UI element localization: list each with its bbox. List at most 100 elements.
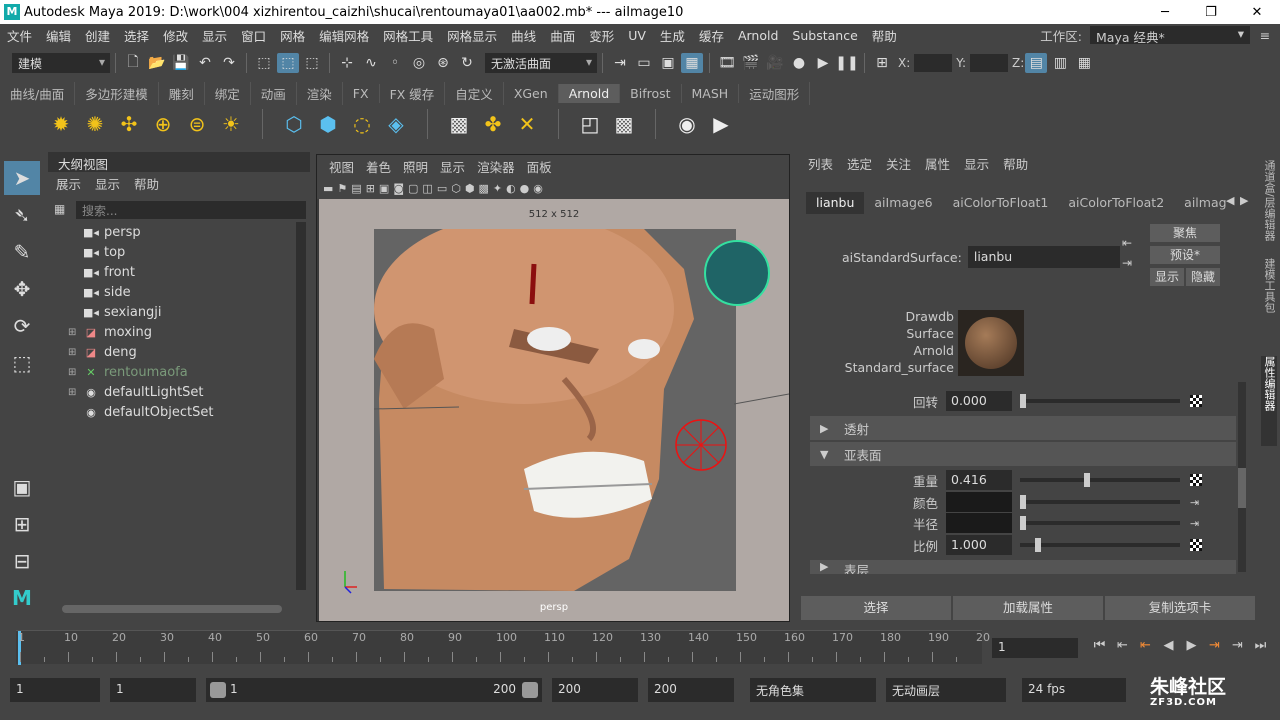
standin-icon[interactable]: ⬡ xyxy=(279,109,309,139)
outliner-item[interactable]: ⊞ ✕ rentoumaofa xyxy=(68,362,304,382)
node-name-field[interactable]: lianbu xyxy=(967,246,1120,268)
resolution-gate-icon[interactable]: ◙ xyxy=(393,182,404,195)
radius-slider[interactable] xyxy=(1020,516,1180,530)
shelf-tab[interactable]: XGen xyxy=(504,83,559,103)
x-field[interactable] xyxy=(914,54,953,72)
expand-icon[interactable]: ⊞ xyxy=(68,387,82,398)
xform-icon[interactable]: ⊞ xyxy=(871,53,893,73)
shelf-tab[interactable]: 动画 xyxy=(251,81,297,105)
go-end-icon[interactable]: ⏭ xyxy=(1249,638,1272,653)
side-tab[interactable]: 属性编辑器 xyxy=(1261,356,1277,446)
undo-icon[interactable]: ↶ xyxy=(194,53,216,73)
anim-end-field[interactable]: 200 xyxy=(648,678,734,702)
weight-slider[interactable] xyxy=(1020,473,1180,487)
outliner-scrollbar[interactable] xyxy=(296,222,306,590)
shelf-tab[interactable]: MASH xyxy=(682,83,740,103)
focus-button[interactable]: 聚焦 xyxy=(1150,224,1220,242)
render-current-icon[interactable]: 🎬 xyxy=(740,53,762,73)
viewport-menu-item[interactable]: 渲染器 xyxy=(477,157,515,176)
y-field[interactable] xyxy=(970,54,1009,72)
color-swatch[interactable] xyxy=(946,492,1012,512)
smooth-shade-icon[interactable]: ⬢ xyxy=(465,182,475,195)
outliner-item[interactable]: ◉ defaultObjectSet xyxy=(68,402,304,422)
scale-map-icon[interactable] xyxy=(1190,539,1202,551)
scale-field[interactable]: 1.000 xyxy=(946,535,1012,555)
camera-attr-icon[interactable]: ▬ xyxy=(323,182,333,195)
menu-set-dropdown[interactable]: 建模 xyxy=(12,53,110,73)
film-gate-icon[interactable]: ▣ xyxy=(379,182,389,195)
menu-item[interactable]: 网格 xyxy=(273,26,312,45)
photometric-light-icon[interactable]: ⊕ xyxy=(148,109,178,139)
shelf-tab[interactable]: FX 缓存 xyxy=(380,81,446,105)
arnold-render-icon[interactable]: ▶ xyxy=(812,53,834,73)
snap-rotate-icon[interactable]: ↻ xyxy=(456,53,478,73)
menu-item[interactable]: 窗口 xyxy=(234,26,273,45)
outliner-hscrollbar[interactable] xyxy=(52,602,292,616)
viewport-menu-item[interactable]: 照明 xyxy=(403,157,428,176)
shelf-tab[interactable]: 雕刻 xyxy=(159,81,205,105)
menu-item[interactable]: 编辑 xyxy=(39,26,78,45)
radius-swatch[interactable] xyxy=(946,513,1012,533)
grid-toggle-icon[interactable]: ⊞ xyxy=(366,182,375,195)
attr-menu-item[interactable]: 关注 xyxy=(886,154,911,173)
snap-view-icon[interactable]: ◎ xyxy=(408,53,430,73)
menu-item[interactable]: 网格显示 xyxy=(440,26,504,45)
physical-sky-icon[interactable]: ☀ xyxy=(216,109,246,139)
menu-item[interactable]: 变形 xyxy=(582,26,621,45)
shelf-tab[interactable]: 绑定 xyxy=(205,81,251,105)
attr-menu-item[interactable]: 帮助 xyxy=(1003,154,1028,173)
viewport-menu-item[interactable]: 视图 xyxy=(329,157,354,176)
outliner-menu-item[interactable]: 帮助 xyxy=(134,174,159,193)
select-tool-icon[interactable]: ➤ xyxy=(4,161,40,195)
attr-scrollbar[interactable] xyxy=(1238,382,1246,572)
coat-section[interactable]: ▶ 表层 xyxy=(810,560,1236,574)
render-settings-icon[interactable]: ▦ xyxy=(681,53,703,73)
isolate-icon[interactable]: ◉ xyxy=(533,182,543,195)
menu-item[interactable]: 网格工具 xyxy=(376,26,440,45)
playback-start-field[interactable]: 1 xyxy=(110,678,196,702)
menu-item[interactable]: 曲线 xyxy=(504,26,543,45)
wireframe-icon[interactable]: ⬡ xyxy=(451,182,461,195)
attr-tab[interactable]: aiColorToFloat2 xyxy=(1058,192,1174,214)
expand-icon[interactable]: ⊞ xyxy=(68,327,82,338)
four-layout-icon[interactable]: ⊞ xyxy=(4,507,40,541)
rotation-map-icon[interactable] xyxy=(1190,395,1202,407)
create-shader-icon[interactable]: ◰ xyxy=(575,109,605,139)
redo-icon[interactable]: ↷ xyxy=(218,53,240,73)
tx-remove-icon[interactable]: ✕ xyxy=(512,109,542,139)
ws-menu-icon[interactable]: ≡ xyxy=(1250,28,1280,43)
shelf-tab[interactable]: 曲线/曲面 xyxy=(0,81,76,105)
attr-menu-item[interactable]: 属性 xyxy=(925,154,950,173)
show-button[interactable]: 显示 xyxy=(1150,268,1184,286)
shadows-icon[interactable]: ◐ xyxy=(506,182,516,195)
slider-knob[interactable] xyxy=(1035,538,1042,552)
expand-icon[interactable]: ⊞ xyxy=(68,347,82,358)
rotate-tool-icon[interactable]: ⟳ xyxy=(4,309,40,343)
select-component-icon[interactable]: ⬚ xyxy=(301,53,323,73)
viewport-menu-item[interactable]: 面板 xyxy=(527,157,552,176)
attr-tab[interactable]: aiColorToFloat1 xyxy=(943,192,1059,214)
flat-checker-icon[interactable]: ▩ xyxy=(444,109,474,139)
attr-tab[interactable]: lianbu xyxy=(806,192,865,214)
ao-icon[interactable]: ● xyxy=(520,182,530,195)
expand-icon[interactable]: ⊞ xyxy=(68,367,82,378)
shelf-tab[interactable]: 渲染 xyxy=(297,81,343,105)
menu-item[interactable]: 缓存 xyxy=(692,26,731,45)
pause-icon[interactable]: ❚❚ xyxy=(835,53,858,73)
tabs-right-arrow-icon[interactable]: ▶ xyxy=(1240,194,1248,207)
menu-item[interactable]: 文件 xyxy=(0,26,39,45)
menu-item[interactable]: Arnold xyxy=(731,28,785,43)
time-ruler[interactable]: 1 10 20 30 40 50 60 70 80 90 100 110 120 130 140 150 160… xyxy=(16,630,990,665)
snap-live-icon[interactable]: ⊛ xyxy=(432,53,454,73)
range-bar[interactable]: 1 200 xyxy=(206,678,542,702)
light-portal-icon[interactable]: ⊜ xyxy=(182,109,212,139)
shelf-tab[interactable]: Arnold xyxy=(558,83,621,103)
outliner-filter-icon[interactable]: ▦ xyxy=(54,202,65,216)
lasso-tool-icon[interactable]: ➴ xyxy=(4,198,40,232)
color-map-icon[interactable]: ⇥ xyxy=(1190,496,1199,509)
tool-settings-icon[interactable]: ▥ xyxy=(1049,53,1071,73)
attr-bottom-button[interactable]: 复制选项卡 xyxy=(1105,596,1255,620)
outliner-item[interactable]: ■◂ sexiangji xyxy=(68,302,304,322)
outliner-item[interactable]: ⊞ ◪ moxing xyxy=(68,322,304,342)
snap-curve-icon[interactable]: ∿ xyxy=(360,53,382,73)
